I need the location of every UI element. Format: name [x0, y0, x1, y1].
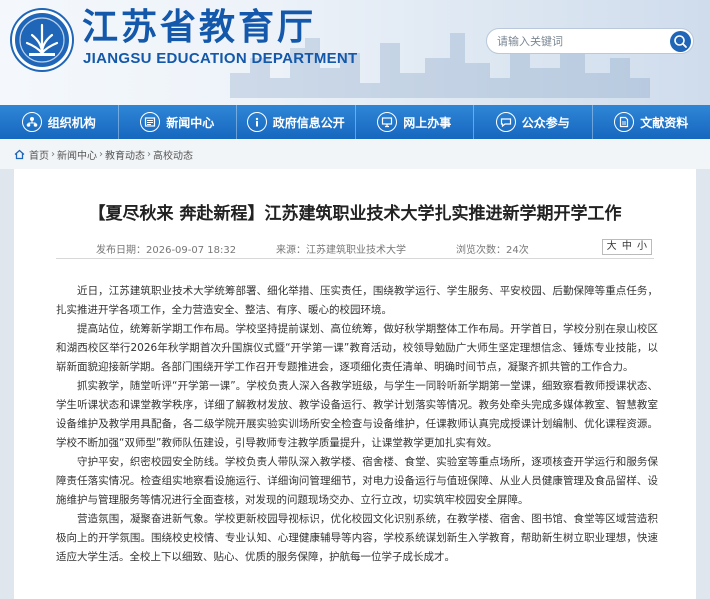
- news-icon: [140, 112, 161, 132]
- article-body: 近日，江苏建筑职业技术大学统筹部署、细化举措、压实责任，围绕教学运行、学生服务、…: [56, 282, 658, 567]
- nav-item-info[interactable]: 政府信息公开: [237, 105, 356, 139]
- education-emblem-icon[interactable]: [12, 10, 72, 70]
- site-logo-text[interactable]: 江苏省教育厅: [82, 6, 316, 50]
- article-paragraph: 守护平安，织密校园安全防线。学校负责人带队深入教学楼、宿舍楼、食堂、实验室等重点…: [56, 456, 658, 506]
- nav-item-org[interactable]: 组织机构: [0, 105, 119, 139]
- view-count: 浏览次数：24次: [456, 245, 529, 256]
- nav-item-public[interactable]: 公众参与: [474, 105, 593, 139]
- public-icon: [495, 112, 516, 132]
- home-icon: [14, 149, 25, 159]
- breadcrumb-separator: ›: [51, 148, 55, 160]
- search-icon: [674, 35, 687, 48]
- info-icon: [246, 112, 267, 132]
- breadcrumb-separator: ›: [147, 148, 151, 160]
- search-button[interactable]: [670, 31, 691, 52]
- org-icon: [21, 112, 42, 132]
- breadcrumb-news-center[interactable]: 新闻中心: [57, 147, 97, 162]
- breadcrumb-education-news[interactable]: 教育动态: [105, 147, 145, 162]
- breadcrumb-home[interactable]: 首页: [29, 147, 49, 162]
- nav-label: 网上办事: [403, 115, 452, 130]
- search-input[interactable]: [497, 32, 667, 50]
- font-size-large[interactable]: 大: [607, 241, 617, 252]
- nav-label: 政府信息公开: [272, 115, 345, 130]
- article-container: 【夏尽秋来 奔赴新程】江苏建筑职业技术大学扎实推进新学期开学工作 发布日期：20…: [14, 169, 696, 599]
- article-meta: 发布日期：2026-09-07 18:32 来源：江苏建筑职业技术大学 浏览次数…: [56, 233, 654, 259]
- breadcrumb-university-news[interactable]: 高校动态: [153, 147, 193, 162]
- nav-item-documents[interactable]: 文献资料: [593, 105, 710, 139]
- site-header: 江苏省教育厅 JIANGSU EDUCATION DEPARTMENT: [0, 0, 710, 105]
- breadcrumb-separator: ›: [99, 148, 103, 160]
- site-logo-english: JIANGSU EDUCATION DEPARTMENT: [83, 50, 358, 67]
- article-paragraph: 抓实教学，随堂听评“开学第一课”。学校负责人深入各教学班级，与学生一同聆听新学期…: [56, 380, 658, 449]
- article-title: 【夏尽秋来 奔赴新程】江苏建筑职业技术大学扎实推进新学期开学工作: [88, 204, 622, 224]
- article-paragraph: 近日，江苏建筑职业技术大学统筹部署、细化举措、压实责任，围绕教学运行、学生服务、…: [56, 285, 658, 316]
- nav-item-online-service[interactable]: 网上办事: [356, 105, 474, 139]
- font-size-medium[interactable]: 中: [622, 241, 632, 252]
- font-size-switcher: 大 中 小: [601, 239, 652, 255]
- font-size-small[interactable]: 小: [637, 241, 647, 252]
- nav-label: 文献资料: [640, 115, 689, 130]
- nav-label: 组织机构: [47, 115, 96, 130]
- search-box: [486, 28, 694, 54]
- article-paragraph: 营造氛围，凝聚奋进新气象。学校更新校园导视标识，优化校园文化识别系统，在教学楼、…: [56, 513, 658, 563]
- nav-label: 新闻中心: [166, 115, 215, 130]
- article-paragraph: 提高站位，统筹新学期工作布局。学校坚持提前谋划、高位统筹，做好秋学期整体工作布局…: [56, 323, 658, 373]
- breadcrumb: 首页 › 新闻中心 › 教育动态 › 高校动态: [0, 139, 710, 169]
- publish-date: 发布日期：2026-09-07 18:32: [96, 245, 237, 256]
- document-icon: [614, 112, 635, 132]
- nav-label: 公众参与: [521, 115, 570, 130]
- nav-item-news[interactable]: 新闻中心: [119, 105, 237, 139]
- main-nav: 组织机构 新闻中心 政府信息公开 网上办事 公众参与 文献资料: [0, 105, 710, 139]
- online-service-icon: [377, 112, 398, 132]
- article-source: 来源：江苏建筑职业技术大学: [276, 245, 406, 256]
